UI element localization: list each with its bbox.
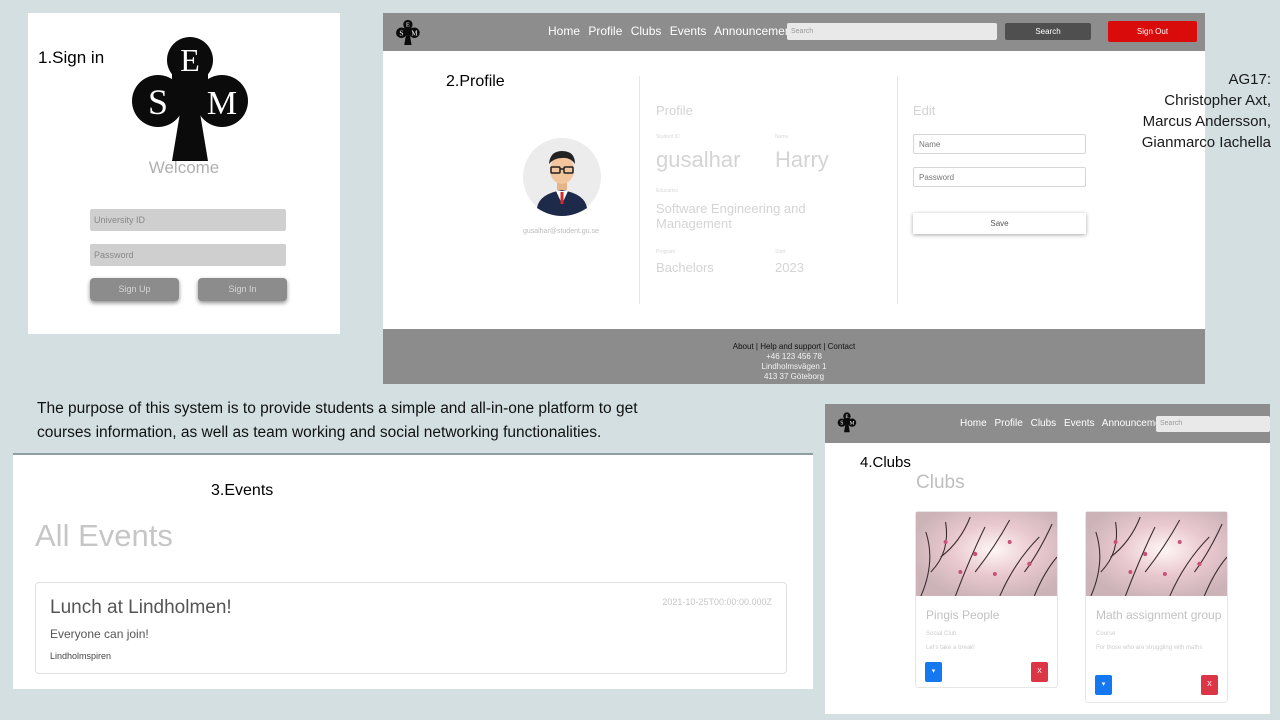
delete-club-button[interactable]: X	[1201, 675, 1218, 695]
nav-links: Home Profile Clubs Events Announcements	[548, 24, 806, 38]
logo-letter-m: M	[207, 85, 237, 122]
student-id-label: Student ID	[656, 134, 680, 140]
sign-out-button[interactable]: Sign Out	[1108, 21, 1197, 42]
club-description: Let's take a break!	[926, 645, 975, 651]
club-type: Course	[1096, 631, 1116, 637]
nav-links: Home Profile Clubs Events Announcements	[960, 418, 1179, 429]
svg-text:E: E	[406, 22, 410, 29]
svg-text:S: S	[399, 28, 403, 37]
footer-about-link[interactable]: About	[733, 342, 754, 351]
credits: AG17: Christopher Axt, Marcus Andersson,…	[1142, 69, 1271, 153]
start-value: 2023	[775, 260, 804, 275]
search-button[interactable]: Search	[1005, 23, 1091, 40]
footer-links: About | Help and support | Contact	[732, 342, 856, 351]
club-description: For those who are struggling with maths	[1096, 645, 1203, 651]
event-card[interactable]: Lunch at Lindholmen! Everyone can join! …	[35, 582, 787, 674]
student-id-value: gusalhar	[656, 147, 741, 172]
navbar: E S M Home Profile Clubs Events Announce…	[825, 404, 1270, 443]
club-image	[916, 512, 1057, 596]
svg-text:M: M	[411, 30, 417, 37]
club-image	[1086, 512, 1227, 596]
event-description: Everyone can join!	[50, 627, 149, 641]
profile-email: gusalhar@student.gu.se	[523, 228, 599, 235]
logo-letter-s: S	[148, 82, 168, 122]
footer-phone: +46 123 456 78	[766, 352, 822, 361]
clubs-title: Clubs	[916, 472, 965, 493]
club-name: Pingis People	[926, 608, 1000, 622]
events-slide-label: 3.Events	[211, 482, 274, 499]
events-panel: 3.Events All Events Lunch at Lindholmen!…	[13, 453, 813, 689]
name-label: Name	[775, 134, 789, 140]
save-button[interactable]: Save	[913, 213, 1086, 234]
event-date: 2021-10-25T00:00:00.000Z	[662, 597, 772, 607]
nav-home[interactable]: Home	[960, 418, 987, 429]
nav-events[interactable]: Events	[670, 24, 707, 38]
footer-help-link[interactable]: Help and support	[760, 342, 821, 351]
esm-logo: E S M	[132, 37, 248, 161]
club-type: Social Club	[926, 631, 957, 637]
nav-clubs[interactable]: Clubs	[631, 24, 662, 38]
club-name: Math assignment group	[1096, 608, 1222, 622]
signin-panel: 1.Sign in E S M Welcome University ID Pa…	[28, 13, 340, 334]
esm-logo-small[interactable]: E S M	[395, 19, 421, 45]
event-location: Lindholmspiren	[50, 651, 112, 661]
profile-panel: E S M Home Profile Clubs Events Announce…	[383, 13, 1205, 384]
edit-name-input[interactable]: Name	[913, 134, 1086, 154]
program-value: Bachelors	[656, 260, 714, 275]
profile-slide-label: 2.Profile	[446, 73, 505, 90]
education-value: Software Engineering and Management	[656, 201, 806, 231]
purpose-text: The purpose of this system is to provide…	[37, 400, 638, 441]
search-input[interactable]: Search	[1156, 416, 1270, 432]
search-input[interactable]: Search	[787, 23, 997, 40]
svg-text:S: S	[840, 421, 843, 427]
program-label: Program	[656, 249, 676, 255]
credits-group: AG17:	[1228, 71, 1271, 88]
start-label: Start	[775, 249, 786, 255]
expand-club-button[interactable]: ▾	[1095, 675, 1112, 695]
club-card[interactable]: Pingis People Social Club Let's take a b…	[915, 511, 1058, 688]
education-label: Education	[656, 188, 679, 194]
signin-slide-label: 1.Sign in	[38, 48, 105, 67]
credits-member: Christopher Axt,	[1164, 92, 1271, 109]
event-title: Lunch at Lindholmen!	[50, 597, 232, 618]
password-input[interactable]: Password	[90, 244, 286, 266]
credits-member: Marcus Andersson,	[1142, 113, 1271, 130]
divider-left	[639, 76, 640, 304]
delete-club-button[interactable]: X	[1031, 662, 1048, 682]
footer-street: Lindholmsvägen 1	[761, 362, 827, 371]
events-title: All Events	[35, 518, 173, 553]
expand-club-button[interactable]: ▾	[925, 662, 942, 682]
university-id-input[interactable]: University ID	[90, 209, 286, 231]
clubs-slide-label: 4.Clubs	[860, 454, 911, 471]
footer: About | Help and support | Contact +46 1…	[383, 329, 1205, 384]
navbar: E S M Home Profile Clubs Events Announce…	[383, 13, 1205, 51]
divider-right	[897, 76, 898, 304]
credits-member: Gianmarco Iachella	[1141, 134, 1271, 151]
nav-profile[interactable]: Profile	[588, 24, 622, 38]
club-card[interactable]: Math assignment group Course For those w…	[1085, 511, 1228, 703]
sign-up-button[interactable]: Sign Up	[90, 278, 179, 301]
avatar	[523, 138, 601, 216]
svg-text:M: M	[850, 421, 855, 427]
footer-contact-link[interactable]: Contact	[828, 342, 856, 351]
footer-city: 413 37 Göteborg	[763, 372, 825, 381]
logo-letter-e: E	[180, 42, 200, 78]
nav-home[interactable]: Home	[548, 24, 580, 38]
name-value: Harry	[775, 147, 829, 172]
edit-password-input[interactable]: Password	[913, 167, 1086, 187]
edit-heading: Edit	[913, 103, 936, 118]
profile-heading: Profile	[656, 103, 693, 118]
sign-in-button[interactable]: Sign In	[198, 278, 287, 301]
nav-profile[interactable]: Profile	[994, 418, 1022, 429]
nav-clubs[interactable]: Clubs	[1031, 418, 1057, 429]
svg-text:E: E	[845, 414, 848, 420]
nav-events[interactable]: Events	[1064, 418, 1095, 429]
clubs-panel: E S M Home Profile Clubs Events Announce…	[825, 404, 1270, 714]
welcome-text: Welcome	[148, 158, 220, 177]
esm-logo-small[interactable]: E S M	[837, 411, 857, 433]
